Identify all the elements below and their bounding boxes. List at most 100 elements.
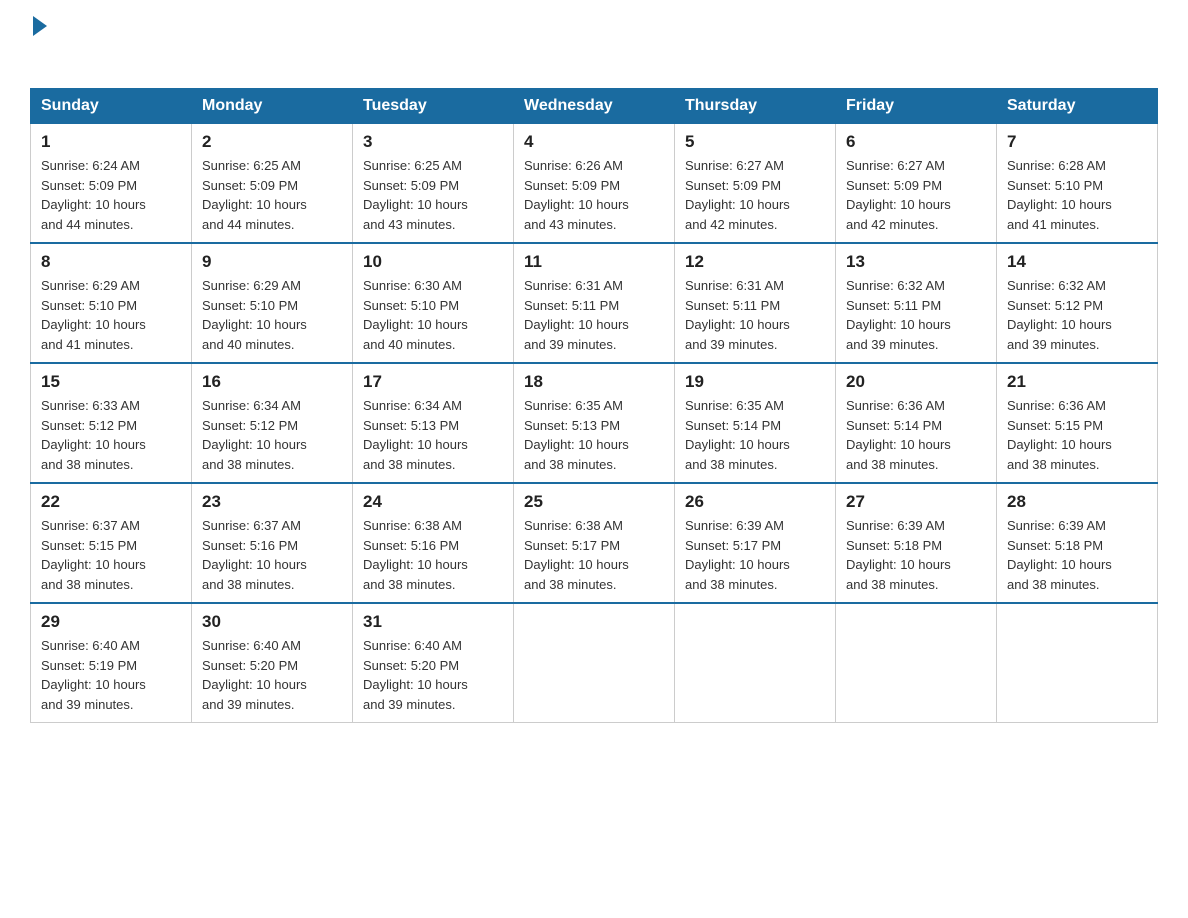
logo-arrow-icon (33, 16, 47, 36)
calendar-cell: 25 Sunrise: 6:38 AMSunset: 5:17 PMDaylig… (514, 483, 675, 603)
calendar-cell (675, 603, 836, 723)
col-header-tuesday: Tuesday (353, 89, 514, 124)
calendar-cell: 5 Sunrise: 6:27 AMSunset: 5:09 PMDayligh… (675, 124, 836, 244)
day-info: Sunrise: 6:38 AMSunset: 5:17 PMDaylight:… (524, 518, 629, 592)
day-info: Sunrise: 6:31 AMSunset: 5:11 PMDaylight:… (524, 278, 629, 352)
day-number: 25 (524, 492, 664, 512)
day-info: Sunrise: 6:34 AMSunset: 5:13 PMDaylight:… (363, 398, 468, 472)
day-number: 16 (202, 372, 342, 392)
day-number: 21 (1007, 372, 1147, 392)
day-number: 19 (685, 372, 825, 392)
day-number: 2 (202, 132, 342, 152)
calendar-cell: 1 Sunrise: 6:24 AMSunset: 5:09 PMDayligh… (31, 124, 192, 244)
calendar-cell: 30 Sunrise: 6:40 AMSunset: 5:20 PMDaylig… (192, 603, 353, 723)
day-number: 11 (524, 252, 664, 272)
calendar-cell: 17 Sunrise: 6:34 AMSunset: 5:13 PMDaylig… (353, 363, 514, 483)
calendar-cell: 14 Sunrise: 6:32 AMSunset: 5:12 PMDaylig… (997, 243, 1158, 363)
calendar-cell: 28 Sunrise: 6:39 AMSunset: 5:18 PMDaylig… (997, 483, 1158, 603)
calendar-cell: 21 Sunrise: 6:36 AMSunset: 5:15 PMDaylig… (997, 363, 1158, 483)
calendar-cell: 2 Sunrise: 6:25 AMSunset: 5:09 PMDayligh… (192, 124, 353, 244)
day-info: Sunrise: 6:36 AMSunset: 5:14 PMDaylight:… (846, 398, 951, 472)
day-info: Sunrise: 6:37 AMSunset: 5:15 PMDaylight:… (41, 518, 146, 592)
day-info: Sunrise: 6:40 AMSunset: 5:20 PMDaylight:… (363, 638, 468, 712)
day-info: Sunrise: 6:26 AMSunset: 5:09 PMDaylight:… (524, 158, 629, 232)
calendar-cell: 18 Sunrise: 6:35 AMSunset: 5:13 PMDaylig… (514, 363, 675, 483)
week-row-3: 15 Sunrise: 6:33 AMSunset: 5:12 PMDaylig… (31, 363, 1158, 483)
calendar-cell: 6 Sunrise: 6:27 AMSunset: 5:09 PMDayligh… (836, 124, 997, 244)
day-info: Sunrise: 6:38 AMSunset: 5:16 PMDaylight:… (363, 518, 468, 592)
day-info: Sunrise: 6:39 AMSunset: 5:17 PMDaylight:… (685, 518, 790, 592)
col-header-friday: Friday (836, 89, 997, 124)
day-number: 12 (685, 252, 825, 272)
day-info: Sunrise: 6:31 AMSunset: 5:11 PMDaylight:… (685, 278, 790, 352)
day-number: 5 (685, 132, 825, 152)
calendar-cell: 13 Sunrise: 6:32 AMSunset: 5:11 PMDaylig… (836, 243, 997, 363)
calendar-cell: 3 Sunrise: 6:25 AMSunset: 5:09 PMDayligh… (353, 124, 514, 244)
calendar-cell: 23 Sunrise: 6:37 AMSunset: 5:16 PMDaylig… (192, 483, 353, 603)
day-info: Sunrise: 6:39 AMSunset: 5:18 PMDaylight:… (1007, 518, 1112, 592)
day-info: Sunrise: 6:32 AMSunset: 5:12 PMDaylight:… (1007, 278, 1112, 352)
day-info: Sunrise: 6:35 AMSunset: 5:14 PMDaylight:… (685, 398, 790, 472)
calendar-cell: 27 Sunrise: 6:39 AMSunset: 5:18 PMDaylig… (836, 483, 997, 603)
col-header-sunday: Sunday (31, 89, 192, 124)
day-number: 14 (1007, 252, 1147, 272)
calendar-cell: 26 Sunrise: 6:39 AMSunset: 5:17 PMDaylig… (675, 483, 836, 603)
day-info: Sunrise: 6:27 AMSunset: 5:09 PMDaylight:… (846, 158, 951, 232)
day-info: Sunrise: 6:39 AMSunset: 5:18 PMDaylight:… (846, 518, 951, 592)
day-info: Sunrise: 6:32 AMSunset: 5:11 PMDaylight:… (846, 278, 951, 352)
day-number: 29 (41, 612, 181, 632)
day-number: 17 (363, 372, 503, 392)
day-number: 20 (846, 372, 986, 392)
calendar-cell: 11 Sunrise: 6:31 AMSunset: 5:11 PMDaylig… (514, 243, 675, 363)
calendar-cell: 15 Sunrise: 6:33 AMSunset: 5:12 PMDaylig… (31, 363, 192, 483)
calendar-cell: 24 Sunrise: 6:38 AMSunset: 5:16 PMDaylig… (353, 483, 514, 603)
col-header-thursday: Thursday (675, 89, 836, 124)
day-info: Sunrise: 6:27 AMSunset: 5:09 PMDaylight:… (685, 158, 790, 232)
day-number: 18 (524, 372, 664, 392)
day-info: Sunrise: 6:24 AMSunset: 5:09 PMDaylight:… (41, 158, 146, 232)
day-info: Sunrise: 6:40 AMSunset: 5:20 PMDaylight:… (202, 638, 307, 712)
calendar-cell: 8 Sunrise: 6:29 AMSunset: 5:10 PMDayligh… (31, 243, 192, 363)
col-header-saturday: Saturday (997, 89, 1158, 124)
day-info: Sunrise: 6:25 AMSunset: 5:09 PMDaylight:… (363, 158, 468, 232)
calendar-cell (514, 603, 675, 723)
calendar-cell (997, 603, 1158, 723)
calendar-cell: 29 Sunrise: 6:40 AMSunset: 5:19 PMDaylig… (31, 603, 192, 723)
week-row-5: 29 Sunrise: 6:40 AMSunset: 5:19 PMDaylig… (31, 603, 1158, 723)
col-header-wednesday: Wednesday (514, 89, 675, 124)
logo (30, 20, 47, 68)
day-number: 30 (202, 612, 342, 632)
week-row-2: 8 Sunrise: 6:29 AMSunset: 5:10 PMDayligh… (31, 243, 1158, 363)
day-info: Sunrise: 6:33 AMSunset: 5:12 PMDaylight:… (41, 398, 146, 472)
day-number: 28 (1007, 492, 1147, 512)
day-info: Sunrise: 6:35 AMSunset: 5:13 PMDaylight:… (524, 398, 629, 472)
calendar-table: SundayMondayTuesdayWednesdayThursdayFrid… (30, 88, 1158, 723)
calendar-cell: 12 Sunrise: 6:31 AMSunset: 5:11 PMDaylig… (675, 243, 836, 363)
calendar-cell: 20 Sunrise: 6:36 AMSunset: 5:14 PMDaylig… (836, 363, 997, 483)
day-number: 3 (363, 132, 503, 152)
calendar-cell: 31 Sunrise: 6:40 AMSunset: 5:20 PMDaylig… (353, 603, 514, 723)
day-number: 13 (846, 252, 986, 272)
week-row-4: 22 Sunrise: 6:37 AMSunset: 5:15 PMDaylig… (31, 483, 1158, 603)
day-number: 9 (202, 252, 342, 272)
day-number: 4 (524, 132, 664, 152)
day-number: 27 (846, 492, 986, 512)
day-number: 10 (363, 252, 503, 272)
header-row: SundayMondayTuesdayWednesdayThursdayFrid… (31, 89, 1158, 124)
day-number: 7 (1007, 132, 1147, 152)
calendar-cell (836, 603, 997, 723)
day-number: 31 (363, 612, 503, 632)
day-info: Sunrise: 6:25 AMSunset: 5:09 PMDaylight:… (202, 158, 307, 232)
day-number: 26 (685, 492, 825, 512)
day-info: Sunrise: 6:36 AMSunset: 5:15 PMDaylight:… (1007, 398, 1112, 472)
day-number: 6 (846, 132, 986, 152)
day-info: Sunrise: 6:29 AMSunset: 5:10 PMDaylight:… (41, 278, 146, 352)
day-number: 22 (41, 492, 181, 512)
week-row-1: 1 Sunrise: 6:24 AMSunset: 5:09 PMDayligh… (31, 124, 1158, 244)
calendar-cell: 19 Sunrise: 6:35 AMSunset: 5:14 PMDaylig… (675, 363, 836, 483)
calendar-cell: 10 Sunrise: 6:30 AMSunset: 5:10 PMDaylig… (353, 243, 514, 363)
day-info: Sunrise: 6:40 AMSunset: 5:19 PMDaylight:… (41, 638, 146, 712)
day-number: 15 (41, 372, 181, 392)
day-number: 1 (41, 132, 181, 152)
page-header (30, 20, 1158, 68)
